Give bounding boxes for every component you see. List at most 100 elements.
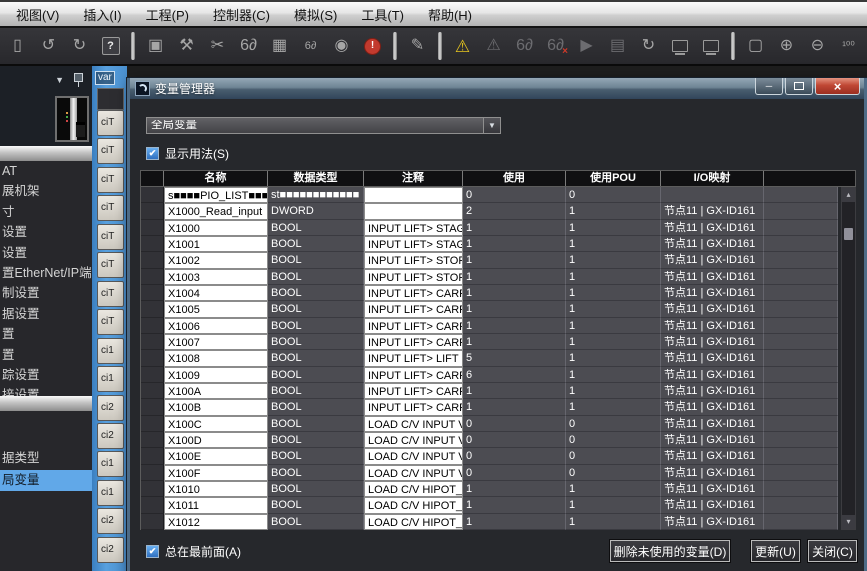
scroll-down-arrow[interactable]: ▾	[842, 515, 855, 529]
cell-name[interactable]: X1012	[164, 514, 268, 530]
toolbar-button-zoom-in[interactable]: ⊕	[771, 31, 802, 61]
background-row-11[interactable]: ci2	[97, 423, 124, 449]
background-row-10[interactable]: ci2	[97, 395, 124, 421]
minimize-button[interactable]: ─	[755, 78, 783, 95]
cell-comment[interactable]	[364, 203, 463, 219]
toolbar-button-io-watch[interactable]: 6∂	[295, 31, 326, 61]
column-header-5[interactable]: I/O映射	[661, 171, 764, 186]
cell-comment[interactable]: LOAD C/V INPUT V	[364, 432, 463, 448]
cell-comment[interactable]	[364, 187, 463, 203]
cell-name[interactable]: X100D	[164, 432, 268, 448]
background-row-9[interactable]: ci1	[97, 366, 124, 392]
cell-name[interactable]: s■■■■PIO_LIST■■■	[164, 187, 268, 203]
toolbar-button-fit-zoom[interactable]: ▢	[740, 31, 771, 61]
cell-name[interactable]: X100F	[164, 465, 268, 481]
row-selector[interactable]	[141, 203, 164, 219]
menu-item-6[interactable]: 帮助(H)	[416, 5, 484, 24]
cell-name[interactable]: X100B	[164, 399, 268, 415]
row-selector[interactable]	[141, 252, 164, 268]
toolbar-button-monitor-1[interactable]	[664, 31, 695, 61]
chevron-down-icon[interactable]: ▼	[483, 118, 500, 133]
row-selector[interactable]	[141, 367, 164, 383]
column-header-1[interactable]: 数据类型	[268, 171, 364, 186]
menu-item-4[interactable]: 模拟(S)	[282, 5, 349, 24]
toolbar-button-cut[interactable]: ✂	[202, 31, 233, 61]
toolbar-button-monitor-watch[interactable]: 6∂	[509, 31, 540, 61]
sidebar-item-top-4[interactable]: 设置	[0, 243, 92, 263]
cell-name[interactable]: X1005	[164, 301, 268, 317]
vertical-scrollbar[interactable]: ▴ ▾	[841, 187, 856, 530]
background-row-15[interactable]: ci2	[97, 537, 124, 563]
toolbar-button-build[interactable]: ⚒	[171, 31, 202, 61]
toolbar-button-delete[interactable]: ▯	[2, 31, 33, 61]
cell-name[interactable]: X1003	[164, 269, 268, 285]
row-selector[interactable]	[141, 383, 164, 399]
cell-name[interactable]: X1006	[164, 318, 268, 334]
toolbar-button-error-list[interactable]: !	[357, 31, 388, 61]
cell-comment[interactable]: LOAD C/V INPUT V	[364, 465, 463, 481]
menu-item-0[interactable]: 视图(V)	[4, 5, 71, 24]
toolbar-button-run-program[interactable]: ▶	[571, 31, 602, 61]
background-row-0[interactable]: ciT	[97, 110, 124, 136]
sidebar-item-bottom-0[interactable]: 据类型	[0, 448, 92, 470]
row-selector[interactable]	[141, 514, 164, 530]
cell-comment[interactable]: INPUT LIFT> STOP	[364, 269, 463, 285]
cell-comment[interactable]: LOAD C/V HIPOT_	[364, 497, 463, 513]
restore-button[interactable]	[785, 78, 813, 95]
column-header-0[interactable]: 名称	[164, 171, 268, 186]
row-selector[interactable]	[141, 269, 164, 285]
background-row-7[interactable]: ciT	[97, 309, 124, 335]
row-selector[interactable]	[141, 220, 164, 236]
cell-name[interactable]: X100A	[164, 383, 268, 399]
cell-comment[interactable]: INPUT LIFT> CARR	[364, 367, 463, 383]
row-selector[interactable]	[141, 285, 164, 301]
cell-name[interactable]: X1001	[164, 236, 268, 252]
row-selector[interactable]	[141, 497, 164, 513]
toolbar-button-transfer-program[interactable]: ▤	[602, 31, 633, 61]
toolbar-button-undo[interactable]: ↺	[33, 31, 64, 61]
row-selector[interactable]	[141, 187, 164, 203]
row-selector[interactable]	[141, 481, 164, 497]
row-selector[interactable]	[141, 236, 164, 252]
cell-comment[interactable]: INPUT LIFT> LIFT (	[364, 350, 463, 366]
menu-item-3[interactable]: 控制器(C)	[201, 5, 282, 24]
toolbar-button-zoom-out[interactable]: ⊖	[802, 31, 833, 61]
cell-name[interactable]: X1000_Read_input	[164, 203, 268, 219]
row-selector[interactable]	[141, 318, 164, 334]
toolbar-button-help[interactable]: ?	[95, 31, 126, 61]
background-row-12[interactable]: ci1	[97, 451, 124, 477]
sidebar-item-top-0[interactable]: AT	[0, 161, 92, 181]
sidebar-item-bottom-1[interactable]: 局变量	[0, 470, 92, 492]
toolbar-button-watch-table[interactable]: ▦	[264, 31, 295, 61]
cell-comment[interactable]: INPUT LIFT> CARR	[364, 285, 463, 301]
toolbar-button-watch-window[interactable]: 6∂	[233, 31, 264, 61]
sidebar-item-top-3[interactable]: 设置	[0, 222, 92, 242]
sidebar-item-top-5[interactable]: 置EtherNet/IP端口	[0, 263, 92, 283]
toolbar-button-monitor-2[interactable]	[695, 31, 726, 61]
menu-item-1[interactable]: 插入(I)	[71, 5, 133, 24]
background-row-1[interactable]: ciT	[97, 138, 124, 164]
cell-name[interactable]: X1002	[164, 252, 268, 268]
close-button[interactable]: ×	[815, 78, 860, 95]
cell-name[interactable]: X1008	[164, 350, 268, 366]
background-row-6[interactable]: ciT	[97, 281, 124, 307]
cell-comment[interactable]: INPUT LIFT> CARR	[364, 399, 463, 415]
menu-item-5[interactable]: 工具(T)	[349, 5, 416, 24]
cell-comment[interactable]: INPUT LIFT> CARR	[364, 334, 463, 350]
background-row-8[interactable]: ci1	[97, 338, 124, 364]
row-selector[interactable]	[141, 448, 164, 464]
cell-comment[interactable]: LOAD C/V HIPOT_	[364, 481, 463, 497]
background-row-3[interactable]: ciT	[97, 195, 124, 221]
cell-comment[interactable]: INPUT LIFT> STAG	[364, 236, 463, 252]
close-button[interactable]: 关闭(C)	[808, 540, 857, 562]
column-header-2[interactable]: 注释	[364, 171, 463, 186]
cell-comment[interactable]: INPUT LIFT> CARR	[364, 383, 463, 399]
toolbar-button-redo[interactable]: ↻	[64, 31, 95, 61]
background-row-14[interactable]: ci2	[97, 508, 124, 534]
column-header-3[interactable]: 使用	[463, 171, 566, 186]
background-row-4[interactable]: ciT	[97, 224, 124, 250]
cell-name[interactable]: X1004	[164, 285, 268, 301]
cell-name[interactable]: X1000	[164, 220, 268, 236]
row-selector[interactable]	[141, 432, 164, 448]
row-selector[interactable]	[141, 399, 164, 415]
